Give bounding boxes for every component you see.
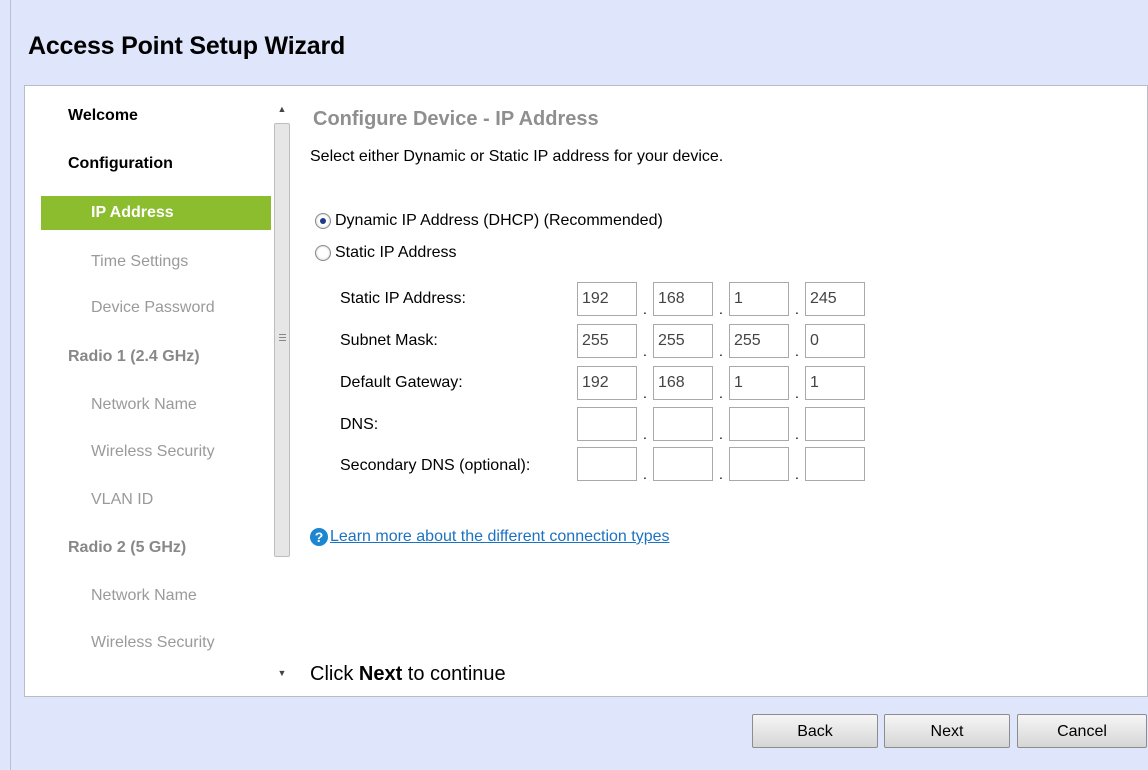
dns-octet-3[interactable]	[729, 407, 789, 441]
static-ip-field: . . .	[577, 282, 865, 316]
scroll-thumb[interactable]	[274, 123, 290, 557]
continue-hint-next: Next	[358, 663, 403, 685]
secondary-dns-label: Secondary DNS (optional):	[340, 457, 531, 474]
sidebar-item-radio1-vlan-id[interactable]: VLAN ID	[91, 484, 153, 516]
wizard-panel: Welcome Configuration IP Address Time Se…	[24, 85, 1148, 697]
subnet-mask-field: . . .	[577, 324, 865, 358]
question-circle-icon[interactable]: ?	[310, 528, 328, 546]
default-gateway-field: . . .	[577, 366, 865, 400]
sidebar-item-radio1[interactable]: Radio 1 (2.4 GHz)	[68, 341, 200, 373]
learn-more-link[interactable]: Learn more about the different connectio…	[330, 528, 669, 546]
secondary-dns-octet-3[interactable]	[729, 447, 789, 481]
sidebar-scrollbar[interactable]: ▲ ▼	[272, 101, 292, 681]
section-title: Configure Device - IP Address	[313, 108, 599, 130]
default-gateway-label: Default Gateway:	[340, 374, 463, 391]
dns-octet-4[interactable]	[805, 407, 865, 441]
dynamic-ip-option[interactable]: Dynamic IP Address (DHCP) (Recommended)	[315, 212, 663, 230]
secondary-dns-octet-4[interactable]	[805, 447, 865, 481]
default-gateway-octet-2[interactable]	[653, 366, 713, 400]
static-ip-octet-4[interactable]	[805, 282, 865, 316]
sidebar-item-configuration[interactable]: Configuration	[68, 148, 173, 180]
continue-hint-suffix: to continue	[402, 663, 506, 685]
continue-hint: Click Next to continue	[310, 663, 506, 686]
sidebar-item-radio2[interactable]: Radio 2 (5 GHz)	[68, 532, 186, 564]
secondary-dns-octet-2[interactable]	[653, 447, 713, 481]
dns-label: DNS:	[340, 416, 379, 433]
dynamic-ip-label: Dynamic IP Address (DHCP) (Recommended)	[335, 212, 663, 229]
scroll-up-arrow-icon[interactable]: ▲	[272, 101, 292, 117]
subnet-mask-octet-2[interactable]	[653, 324, 713, 358]
sidebar-item-radio1-wireless-security[interactable]: Wireless Security	[91, 436, 215, 468]
grip-icon	[279, 334, 286, 341]
secondary-dns-field: . . .	[577, 447, 865, 481]
page-title: Access Point Setup Wizard	[28, 32, 346, 60]
dns-octet-2[interactable]	[653, 407, 713, 441]
static-ip-octet-2[interactable]	[653, 282, 713, 316]
sidebar-item-device-password[interactable]: Device Password	[91, 292, 215, 324]
main-content: Configure Device - IP Address Select eit…	[310, 86, 1130, 696]
static-ip-option[interactable]: Static IP Address	[315, 244, 457, 262]
section-description: Select either Dynamic or Static IP addre…	[310, 148, 724, 165]
sidebar-item-radio2-wireless-security[interactable]: Wireless Security	[91, 627, 215, 659]
static-ip-octet-3[interactable]	[729, 282, 789, 316]
subnet-mask-octet-1[interactable]	[577, 324, 637, 358]
sidebar-item-time-settings[interactable]: Time Settings	[91, 246, 188, 278]
continue-hint-prefix: Click	[310, 663, 359, 685]
sidebar-item-ip-address[interactable]: IP Address	[41, 196, 271, 230]
sidebar-item-radio2-network-name[interactable]: Network Name	[91, 580, 197, 612]
sidebar: Welcome Configuration IP Address Time Se…	[25, 86, 271, 696]
dns-octet-1[interactable]	[577, 407, 637, 441]
default-gateway-octet-1[interactable]	[577, 366, 637, 400]
static-ip-radio[interactable]	[315, 245, 331, 261]
static-ip-label: Static IP Address	[335, 244, 457, 261]
dns-field: . . .	[577, 407, 865, 441]
subnet-mask-label: Subnet Mask:	[340, 332, 438, 349]
next-button[interactable]: Next	[884, 714, 1010, 748]
scroll-down-arrow-icon[interactable]: ▼	[272, 665, 292, 681]
secondary-dns-octet-1[interactable]	[577, 447, 637, 481]
help-row: ? Learn more about the different connect…	[310, 528, 669, 546]
dynamic-ip-radio[interactable]	[315, 213, 331, 229]
cancel-button[interactable]: Cancel	[1017, 714, 1147, 748]
back-button[interactable]: Back	[752, 714, 878, 748]
sidebar-item-welcome[interactable]: Welcome	[68, 100, 138, 132]
static-ip-octet-1[interactable]	[577, 282, 637, 316]
subnet-mask-octet-4[interactable]	[805, 324, 865, 358]
sidebar-item-radio1-network-name[interactable]: Network Name	[91, 389, 197, 421]
default-gateway-octet-3[interactable]	[729, 366, 789, 400]
default-gateway-octet-4[interactable]	[805, 366, 865, 400]
static-ip-field-label: Static IP Address:	[340, 290, 466, 307]
subnet-mask-octet-3[interactable]	[729, 324, 789, 358]
